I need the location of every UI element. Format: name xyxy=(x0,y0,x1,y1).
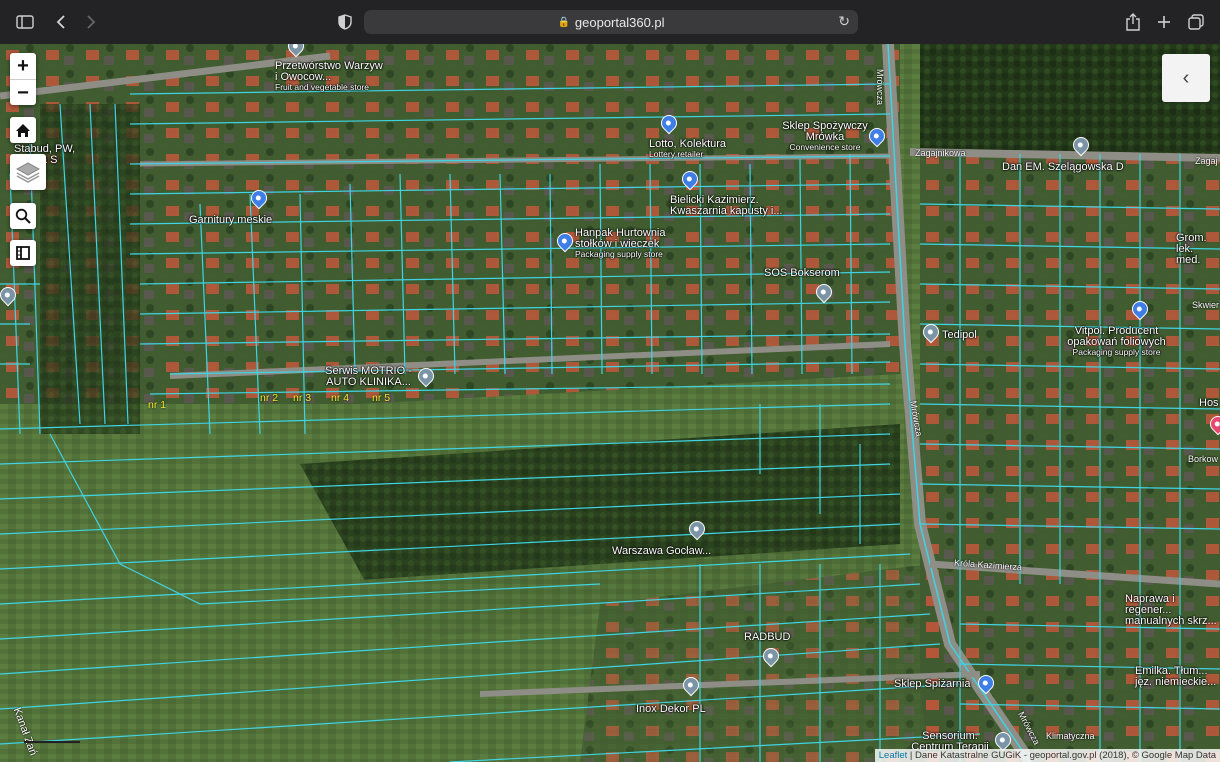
plot-label: nr 3 xyxy=(293,392,312,404)
poi-name: Warszawa Gocław... xyxy=(612,545,712,557)
poi-name: Sklep Spożywczy Mrówka xyxy=(782,120,868,143)
measure-button[interactable] xyxy=(10,240,36,266)
poi-tedipol[interactable]: Tedipol xyxy=(942,330,977,341)
poi-name: Inox Dekor PL xyxy=(636,703,706,715)
poi-naprawa[interactable]: Naprawa i regener... manualnych skrz... xyxy=(1125,594,1220,627)
back-icon[interactable] xyxy=(50,11,72,33)
poi-name: Emilka. Tłum... jęz. niemieckie... xyxy=(1135,665,1217,688)
poi-name: Serwis MOTRIO - AUTO KLINIKA... xyxy=(325,365,412,388)
satellite-imagery xyxy=(0,44,1220,762)
address-bar[interactable]: 🔒 geoportal360.pl ↻ xyxy=(364,10,858,34)
street-label: Mrówcza xyxy=(875,69,885,106)
poi-name: Grom. lek. med. xyxy=(1176,232,1207,266)
poi-warszawa[interactable]: Warszawa Gocław... xyxy=(612,546,711,557)
poi-sklep-mrowka[interactable]: Sklep Spożywczy Mrówka Convenience store xyxy=(775,121,875,152)
plot-label: nr 2 xyxy=(260,392,279,404)
poi-name: Sklep Spiżarnia xyxy=(894,678,971,690)
poi-name: Hos xyxy=(1199,397,1219,409)
street-label: Klimatyczna xyxy=(1046,731,1095,741)
share-icon[interactable] xyxy=(1122,11,1144,33)
layers-icon xyxy=(16,162,40,183)
leaflet-link[interactable]: Leaflet xyxy=(879,750,908,761)
poi-name: Tedipol xyxy=(942,329,977,341)
poi-inox[interactable]: Inox Dekor PL xyxy=(636,704,706,715)
street-label: Skwier xyxy=(1192,300,1220,310)
poi-lotto[interactable]: Lotto, Kolektura Lottery retailer xyxy=(649,139,726,159)
zoom-out-button[interactable]: − xyxy=(10,80,36,106)
poi-name: RADBUD xyxy=(744,631,791,643)
poi-category: Fruit and vegetable store xyxy=(275,82,370,92)
poi-sos[interactable]: SOS Bokserom xyxy=(764,268,840,279)
reload-icon[interactable]: ↻ xyxy=(838,13,850,30)
attribution-text: | Dane Katastralne GUGiK - geoportal.gov… xyxy=(907,750,1216,761)
map-view[interactable]: Przetwórstwo Warzyw i Owocow... Fruit and… xyxy=(0,44,1220,762)
poi-grom[interactable]: Grom. lek. med. xyxy=(1176,233,1220,266)
search-button[interactable] xyxy=(10,203,36,229)
poi-category: Lottery retailer xyxy=(649,149,704,159)
home-button[interactable] xyxy=(10,117,36,143)
home-icon xyxy=(16,123,30,137)
poi-vitpol[interactable]: Vitpol. Producent opakowań foliowych Pack… xyxy=(1064,326,1169,357)
layers-button[interactable] xyxy=(10,154,46,190)
measure-icon xyxy=(16,246,30,260)
zoom-control: + − xyxy=(10,53,36,105)
poi-name: Dan EM. Szelągowska D xyxy=(1002,161,1124,173)
chevron-left-icon: ‹ xyxy=(1182,66,1190,89)
poi-name: Garnitury meskie xyxy=(189,214,273,226)
map-attribution: Leaflet | Dane Katastralne GUGiK - geopo… xyxy=(874,749,1220,762)
poi-emilka[interactable]: Emilka. Tłum... jęz. niemieckie... xyxy=(1135,666,1220,688)
sidebar-icon[interactable] xyxy=(14,11,36,33)
scale-bar xyxy=(24,740,80,743)
poi-serwis[interactable]: Serwis MOTRIO - AUTO KLINIKA... xyxy=(321,366,416,388)
poi-hanpak[interactable]: Hanpak Hurtownia stołków i wieczek Packag… xyxy=(575,228,680,259)
poi-category: Convenience store xyxy=(789,142,861,152)
poi-name: SOS Bokserom xyxy=(764,267,840,279)
poi-spizarnia[interactable]: Sklep Spiżarnia xyxy=(894,679,970,690)
poi-name: Bielicki Kazimierz. Kwaszarnia kapusty i… xyxy=(670,194,783,217)
plot-label: nr 1 xyxy=(148,399,167,411)
plot-label: nr 5 xyxy=(372,392,391,404)
shield-icon[interactable] xyxy=(334,11,356,33)
poi-przetworstwo[interactable]: Przetwórstwo Warzyw i Owocow... Fruit and… xyxy=(275,61,385,92)
poi-name: Vitpol. Producent opakowań foliowych xyxy=(1067,325,1166,348)
collapse-panel-button[interactable]: ‹ xyxy=(1162,54,1210,102)
poi-name: Naprawa i regener... manualnych skrz... xyxy=(1125,593,1217,627)
poi-dan[interactable]: Dan EM. Szelągowska D xyxy=(1002,162,1124,173)
street-label: Zagajnikowa xyxy=(915,148,966,158)
poi-category: Packaging supply store xyxy=(575,249,663,259)
forward-icon[interactable] xyxy=(80,11,102,33)
lock-icon: 🔒 xyxy=(557,16,570,28)
browser-toolbar: 🔒 geoportal360.pl ↻ xyxy=(0,0,1220,44)
poi-garnitury[interactable]: Garnitury meskie xyxy=(189,215,272,226)
poi-bielicki[interactable]: Bielicki Kazimierz. Kwaszarnia kapusty i… xyxy=(670,195,795,217)
poi-hos[interactable]: Hos xyxy=(1199,398,1219,409)
zoom-in-button[interactable]: + xyxy=(10,53,36,80)
poi-radbud[interactable]: RADBUD xyxy=(744,632,790,643)
url-text: geoportal360.pl xyxy=(574,14,665,30)
street-label: Borkow xyxy=(1188,454,1219,464)
plot-label: nr 4 xyxy=(331,392,350,404)
street-label: Zagaj xyxy=(1195,156,1218,166)
poi-category: Packaging supply store xyxy=(1072,347,1161,357)
poi-name: Przetwórstwo Warzyw i Owocow... xyxy=(275,60,383,83)
new-tab-icon[interactable] xyxy=(1153,11,1175,33)
poi-name: Hanpak Hurtownia stołków i wieczek xyxy=(575,227,666,250)
tabs-icon[interactable] xyxy=(1185,11,1207,33)
search-icon xyxy=(15,208,31,224)
